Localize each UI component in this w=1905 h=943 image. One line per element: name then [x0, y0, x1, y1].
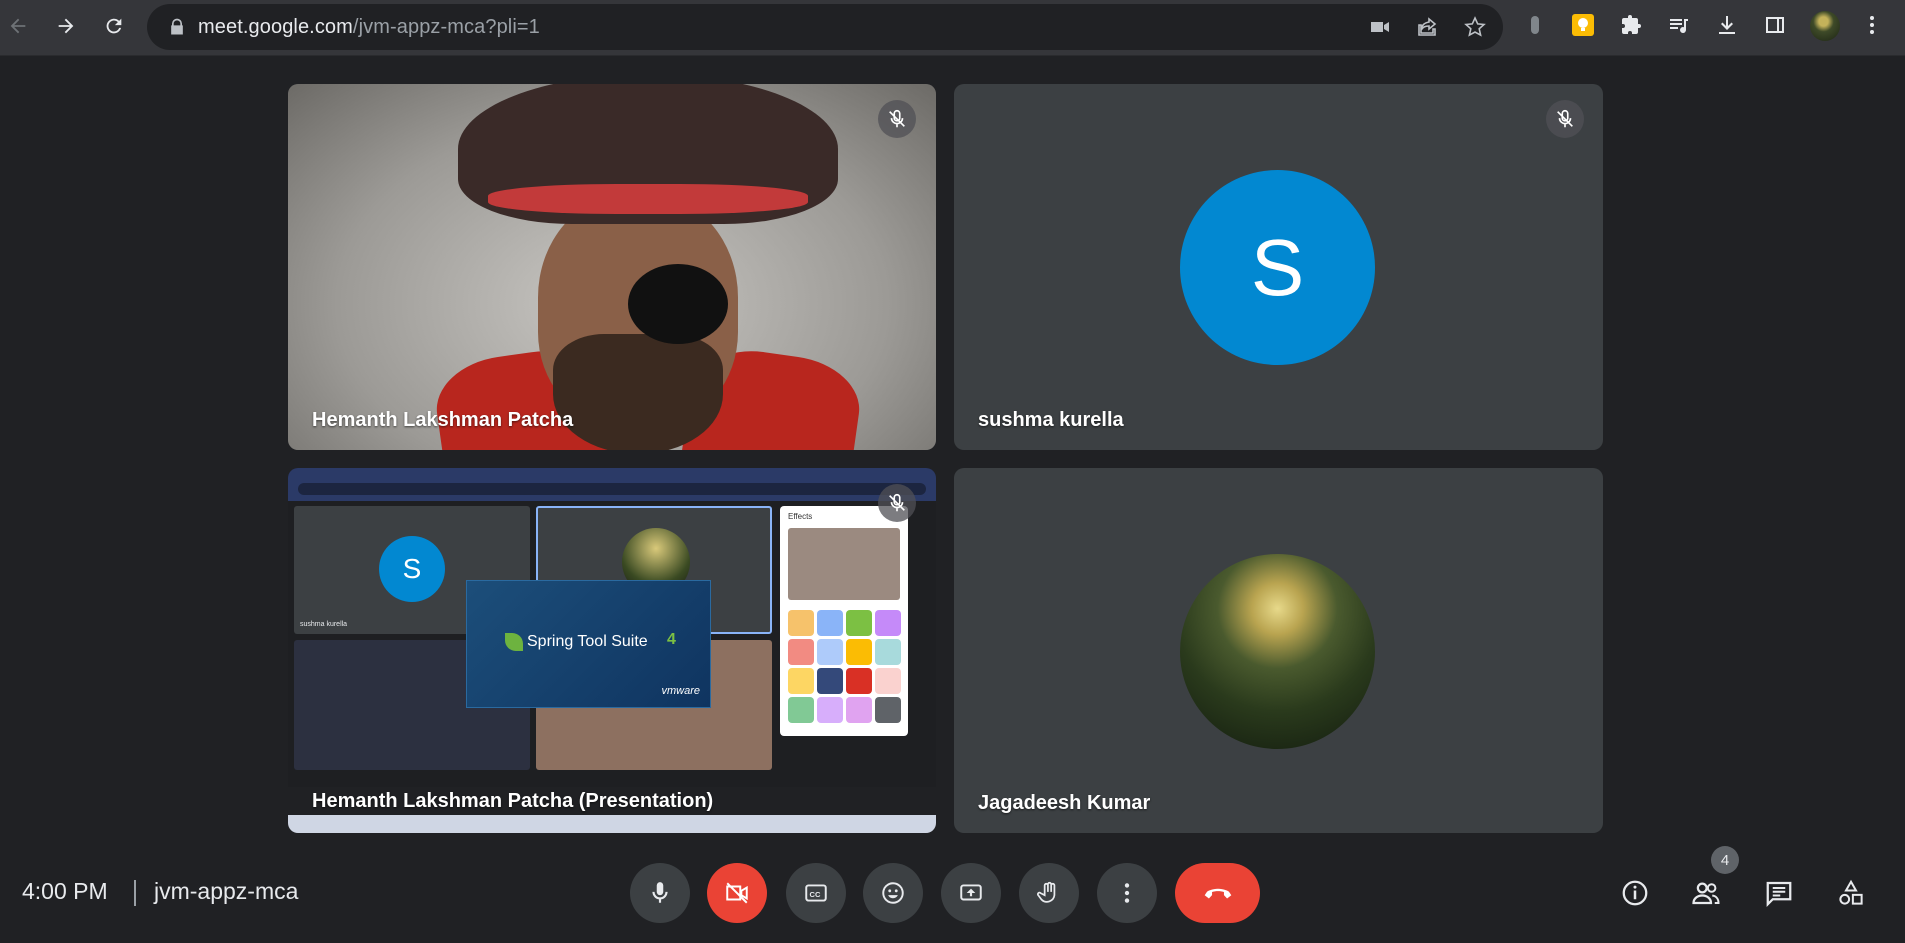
activities-button[interactable] — [1834, 876, 1868, 910]
puzzle-icon[interactable] — [1617, 11, 1645, 39]
profile-avatar[interactable] — [1810, 11, 1840, 41]
menu-icon[interactable] — [1858, 11, 1886, 39]
participant-count-badge: 4 — [1711, 846, 1739, 874]
side-panel-icon[interactable] — [1761, 11, 1789, 39]
shared-screen-browser — [288, 468, 936, 501]
participant-tile-sushma[interactable]: S sushma kurella — [954, 84, 1603, 450]
camera-icon[interactable] — [1368, 15, 1392, 39]
browser-toolbar: meet.google.com/jvm-appz-mca?pli=1 — [0, 0, 1905, 56]
hand-icon — [1037, 881, 1056, 903]
download-icon[interactable] — [1713, 11, 1741, 39]
forward-button[interactable] — [48, 8, 84, 44]
reload-icon — [106, 18, 122, 34]
participant-name: sushma kurella — [978, 409, 1124, 431]
shared-avatar: S — [379, 536, 445, 602]
participant-tile-hemanth[interactable]: Hemanth Lakshman Patcha — [288, 84, 936, 450]
camera-off-button[interactable] — [707, 863, 767, 923]
avatar: S — [1180, 170, 1375, 365]
keep-icon[interactable] — [1569, 11, 1597, 39]
hang-up-icon — [1204, 888, 1231, 899]
people-icon — [1692, 882, 1720, 905]
participant-name: Hemanth Lakshman Patcha (Presentation) — [312, 790, 714, 812]
people-button[interactable] — [1689, 876, 1723, 910]
muted-mic-icon — [1546, 100, 1584, 138]
media-icon[interactable] — [1665, 11, 1693, 39]
muted-mic-icon — [878, 484, 916, 522]
captions-icon: CC — [805, 884, 827, 902]
svg-text:CC: CC — [810, 890, 821, 899]
emoji-button[interactable] — [863, 863, 923, 923]
captions-button[interactable]: CC — [786, 863, 846, 923]
camera-off-icon — [726, 882, 748, 904]
avatar — [1180, 554, 1375, 749]
address-bar[interactable]: meet.google.com/jvm-appz-mca?pli=1 — [147, 4, 1503, 50]
shared-taskbar — [288, 815, 936, 833]
participant-tile-jagadeesh[interactable]: Jagadeesh Kumar — [954, 468, 1603, 833]
muted-mic-icon — [878, 100, 916, 138]
present-icon — [960, 884, 982, 901]
share-icon[interactable] — [1415, 15, 1439, 39]
forward-icon — [58, 18, 74, 34]
extension-icon[interactable] — [1521, 11, 1549, 39]
participant-name: Jagadeesh Kumar — [978, 792, 1151, 814]
meeting-code: jvm-appz-mca — [154, 878, 299, 904]
activities-icon — [1839, 879, 1863, 905]
participant-name: Hemanth Lakshman Patcha — [312, 409, 574, 431]
effects-panel: Effects — [780, 506, 908, 736]
chat-button[interactable] — [1762, 876, 1796, 910]
presentation-tile[interactable]: S sushma kurella Spring Tool Suite 4 vmw… — [288, 468, 936, 833]
divider — [134, 880, 136, 906]
more-vert-icon — [1124, 883, 1130, 903]
back-button[interactable] — [0, 8, 36, 44]
raise-hand-button[interactable] — [1019, 863, 1079, 923]
more-options-button[interactable] — [1097, 863, 1157, 923]
spring-leaf-icon — [505, 633, 523, 651]
star-icon[interactable] — [1463, 15, 1487, 39]
mic-icon — [652, 882, 668, 903]
meeting-time: 4:00 PM — [22, 878, 108, 904]
lock-icon — [171, 18, 183, 35]
emoji-icon — [882, 882, 904, 904]
url-text: meet.google.com/jvm-appz-mca?pli=1 — [198, 16, 540, 38]
reload-button[interactable] — [96, 8, 132, 44]
present-button[interactable] — [941, 863, 1001, 923]
info-button[interactable] — [1618, 876, 1652, 910]
spring-tool-suite-splash: Spring Tool Suite 4 vmware — [466, 580, 711, 708]
mic-button[interactable] — [630, 863, 690, 923]
leave-call-button[interactable] — [1175, 863, 1260, 923]
info-icon — [1622, 880, 1648, 906]
chat-icon — [1766, 881, 1792, 907]
back-icon — [10, 18, 26, 34]
